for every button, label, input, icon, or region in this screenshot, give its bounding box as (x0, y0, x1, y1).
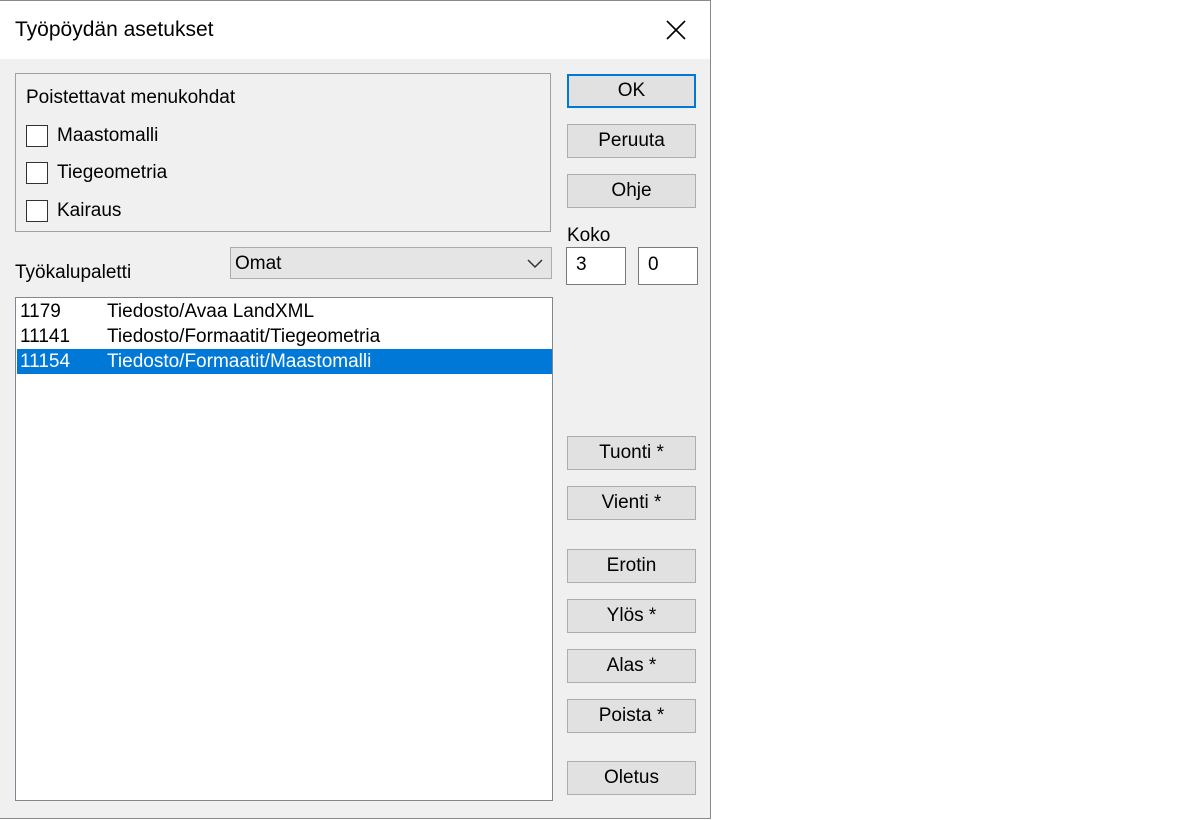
default-button[interactable]: Oletus (567, 761, 696, 795)
removable-menu-items-group: Poistettavat menukohdat Maastomalli Tieg… (15, 73, 551, 232)
move-down-button[interactable]: Alas * (567, 649, 696, 683)
checkbox-label: Maastomalli (57, 125, 159, 146)
import-button[interactable]: Tuonti * (567, 436, 696, 470)
tool-palette-select[interactable]: Omat (230, 247, 552, 279)
list-item[interactable]: 1179 Tiedosto/Avaa LandXML (17, 299, 552, 324)
size-width-field[interactable]: 3 (566, 247, 626, 285)
list-item-id: 11154 (20, 351, 71, 372)
checkbox-tiegeometria[interactable]: Tiegeometria (26, 160, 167, 186)
delete-button[interactable]: Poista * (567, 699, 696, 733)
size-label: Koko (567, 225, 611, 246)
size-height-field[interactable]: 0 (638, 247, 698, 285)
cancel-button[interactable]: Peruuta (567, 124, 696, 158)
window-title: Työpöydän asetukset (15, 18, 214, 41)
export-button[interactable]: Vienti * (567, 486, 696, 520)
list-item[interactable]: 11141 Tiedosto/Formaatit/Tiegeometria (17, 324, 552, 349)
group-label: Poistettavat menukohdat (26, 87, 236, 108)
checkbox-box[interactable] (26, 200, 48, 222)
list-item-selected[interactable]: 11154 Tiedosto/Formaatit/Maastomalli (17, 349, 552, 374)
desktop-settings-dialog: Työpöydän asetukset Poistettavat menukoh… (0, 0, 711, 819)
list-item-path: Tiedosto/Avaa LandXML (107, 301, 315, 322)
checkbox-box[interactable] (26, 125, 48, 147)
separator-button[interactable]: Erotin (567, 549, 696, 583)
tool-palette-value: Omat (235, 253, 282, 274)
title-bar[interactable]: Työpöydän asetukset (0, 1, 710, 59)
chevron-down-icon (527, 259, 543, 269)
close-button[interactable] (642, 1, 710, 59)
command-list[interactable]: 1179 Tiedosto/Avaa LandXML 11141 Tiedost… (15, 297, 553, 801)
checkbox-kairaus[interactable]: Kairaus (26, 198, 121, 224)
list-item-path: Tiedosto/Formaatit/Tiegeometria (107, 326, 381, 347)
help-button[interactable]: Ohje (567, 174, 696, 208)
checkbox-label: Kairaus (57, 200, 122, 221)
tool-palette-label: Työkalupaletti (15, 262, 132, 283)
ok-button[interactable]: OK (567, 74, 696, 108)
list-item-id: 11141 (20, 326, 71, 347)
checkbox-maastomalli[interactable]: Maastomalli (26, 123, 158, 149)
checkbox-label: Tiegeometria (57, 162, 168, 183)
list-item-id: 1179 (20, 301, 61, 322)
checkbox-box[interactable] (26, 162, 48, 184)
move-up-button[interactable]: Ylös * (567, 599, 696, 633)
close-icon (666, 20, 686, 40)
list-item-path: Tiedosto/Formaatit/Maastomalli (107, 351, 372, 372)
